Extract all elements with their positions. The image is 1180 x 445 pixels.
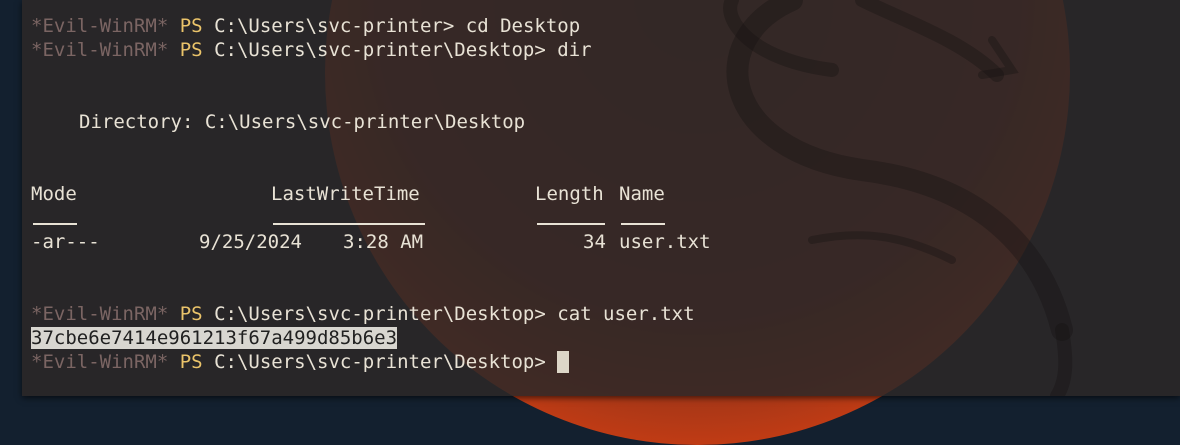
prompt-ps: PS — [179, 15, 203, 37]
underline-length — [537, 223, 605, 225]
underline-mode — [33, 223, 77, 225]
prompt-prefix: *Evil-WinRM* — [31, 39, 169, 61]
row-time: 3:28 AM — [343, 231, 424, 253]
file-output-line: 37cbe6e7414e961213f67a499d85b6e3 — [31, 326, 1180, 350]
prompt-ps: PS — [179, 303, 203, 325]
terminal-cursor[interactable] — [557, 351, 570, 373]
underline-lastwritetime — [273, 223, 425, 225]
prompt-line: *Evil-WinRM* PS C:\Users\svc-printer> cd… — [31, 14, 1180, 38]
prompt-ps: PS — [179, 39, 203, 61]
row-length: 34 — [583, 231, 606, 253]
prompt-line: *Evil-WinRM* PS C:\Users\svc-printer\Des… — [31, 302, 1180, 326]
command-text: dir — [557, 39, 592, 61]
prompt-path: C:\Users\svc-printer\Desktop> — [214, 39, 546, 61]
terminal-output: *Evil-WinRM* PS C:\Users\svc-printer> cd… — [31, 14, 1180, 374]
header-mode: Mode — [31, 183, 77, 205]
prompt-prefix: *Evil-WinRM* — [31, 15, 169, 37]
command-text: cd Desktop — [465, 15, 581, 37]
prompt-path: C:\Users\svc-printer\Desktop> — [214, 351, 546, 373]
row-mode: -ar--- — [31, 231, 100, 253]
header-name: Name — [619, 183, 665, 205]
directory-line: Directory: C:\Users\svc-printer\Desktop — [31, 110, 1180, 134]
prompt-line[interactable]: *Evil-WinRM* PS C:\Users\svc-printer\Des… — [31, 350, 1180, 374]
table-header: Mode LastWriteTime Length Name — [31, 182, 1180, 206]
prompt-prefix: *Evil-WinRM* — [31, 303, 169, 325]
header-length: Length — [535, 183, 604, 205]
table-underline — [31, 206, 1180, 230]
command-text: cat user.txt — [557, 303, 695, 325]
prompt-prefix: *Evil-WinRM* — [31, 351, 169, 373]
prompt-ps: PS — [179, 351, 203, 373]
underline-name — [621, 223, 665, 225]
table-row: -ar--- 9/25/2024 3:28 AM 34 user.txt — [31, 230, 1180, 254]
file-output-selected[interactable]: 37cbe6e7414e961213f67a499d85b6e3 — [31, 327, 398, 349]
header-lastwritetime: LastWriteTime — [271, 183, 420, 205]
directory-text: Directory: C:\Users\svc-printer\Desktop — [79, 111, 526, 133]
prompt-path: C:\Users\svc-printer> — [214, 15, 455, 37]
terminal-window[interactable]: *Evil-WinRM* PS C:\Users\svc-printer> cd… — [22, 0, 1180, 396]
row-date: 9/25/2024 — [199, 231, 302, 253]
row-name: user.txt — [619, 231, 711, 253]
prompt-line: *Evil-WinRM* PS C:\Users\svc-printer\Des… — [31, 38, 1180, 62]
prompt-path: C:\Users\svc-printer\Desktop> — [214, 303, 546, 325]
